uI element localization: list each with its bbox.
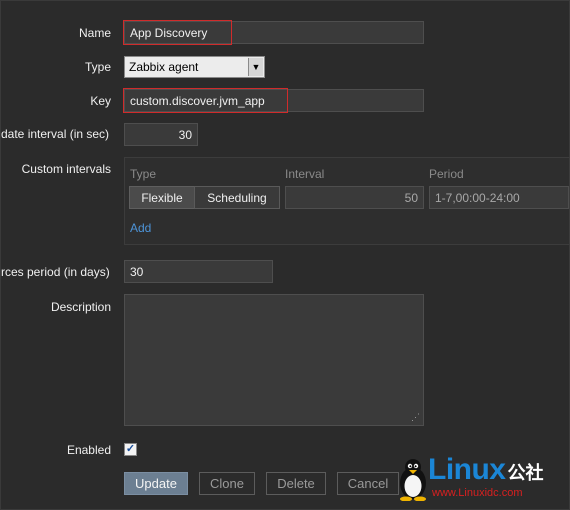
update-button[interactable]: Update <box>124 472 188 495</box>
type-label: Type <box>84 60 111 74</box>
check-icon: ✓ <box>125 443 136 455</box>
keep-lost-input[interactable]: 30 <box>124 260 273 283</box>
add-interval-link[interactable]: Add <box>130 221 151 235</box>
watermark-logo: Linux 公社 www.Linuxidc.com <box>396 453 566 505</box>
type-value: Zabbix agent <box>129 60 199 74</box>
key-label: Key <box>90 94 111 108</box>
cancel-button[interactable]: Cancel <box>337 472 399 495</box>
custom-intervals-table: Type Interval Period Flexible Scheduling… <box>124 157 570 245</box>
key-highlight <box>123 88 288 113</box>
flexible-toggle[interactable]: Flexible <box>129 186 195 209</box>
watermark-suffix: 公社 <box>507 463 544 484</box>
interval-value: 50 <box>404 190 418 205</box>
clone-button-label: Clone <box>210 476 244 491</box>
tux-penguin-icon <box>400 459 426 501</box>
resize-grip-icon[interactable]: ⋰ <box>411 412 420 423</box>
period-value: 1-7,00:00-24:00 <box>435 190 520 205</box>
watermark-brand: Linux <box>428 453 506 486</box>
enabled-label: Enabled <box>66 443 111 457</box>
enabled-checkbox[interactable]: ✓ <box>124 443 137 456</box>
delete-button[interactable]: Delete <box>266 472 326 495</box>
update-button-label: Update <box>135 476 177 491</box>
scheduling-label: Scheduling <box>207 190 267 205</box>
type-select[interactable]: Zabbix agent ▼ <box>124 56 265 78</box>
chevron-down-icon[interactable]: ▼ <box>248 58 263 76</box>
update-interval-value: 30 <box>178 127 192 142</box>
delete-button-label: Delete <box>277 476 315 491</box>
name-label: Name <box>78 26 111 40</box>
cancel-button-label: Cancel <box>347 476 389 491</box>
description-label: Description <box>50 300 111 314</box>
description-textarea[interactable]: ⋰ <box>124 294 424 426</box>
keep-lost-label: rces period (in days) <box>1 265 110 279</box>
update-interval-input[interactable]: 30 <box>124 123 198 146</box>
scheduling-toggle[interactable]: Scheduling <box>194 186 280 209</box>
type-column-header: Type <box>130 167 157 181</box>
keep-lost-value: 30 <box>130 264 144 279</box>
custom-intervals-label: Custom intervals <box>21 162 111 176</box>
period-column-header: Period <box>429 167 464 181</box>
interval-input[interactable]: 50 <box>285 186 424 209</box>
item-form: Name App Discovery Type Zabbix agent ▼ K… <box>0 0 570 510</box>
period-input[interactable]: 1-7,00:00-24:00 <box>429 186 569 209</box>
watermark-url: www.Linuxidc.com <box>432 487 523 499</box>
clone-button[interactable]: Clone <box>199 472 255 495</box>
flexible-label: Flexible <box>141 190 183 205</box>
name-highlight <box>123 20 232 45</box>
interval-column-header: Interval <box>285 167 325 181</box>
update-interval-label: date interval (in sec) <box>1 127 110 141</box>
